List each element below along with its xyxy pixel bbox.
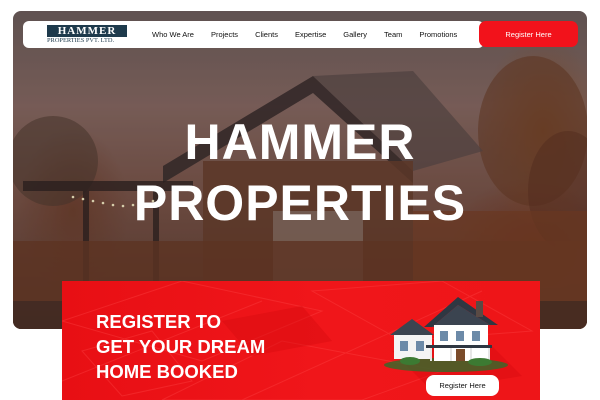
logo-wordmark: HAMMER <box>47 24 127 37</box>
nav-register-button[interactable]: Register Here <box>479 21 578 47</box>
register-banner: REGISTER TO GET YOUR DREAM HOME BOOKED R… <box>62 281 540 400</box>
hero-title-line1: HAMMER <box>184 114 416 170</box>
nav-item-promotions[interactable]: Promotions <box>419 30 457 39</box>
house-icon <box>384 297 508 372</box>
banner-register-button[interactable]: Register Here <box>426 375 499 396</box>
banner-heading-line1: REGISTER TO <box>96 311 222 332</box>
company-logo[interactable]: HAMMER PROPERTIES PVT. LTD. <box>47 24 129 45</box>
logo-tagline: PROPERTIES PVT. LTD. <box>47 36 115 44</box>
nav-menu: Who We Are Projects Clients Expertise Ga… <box>152 30 474 39</box>
banner-heading-line3: HOME BOOKED <box>96 361 238 382</box>
nav-item-who-we-are[interactable]: Who We Are <box>152 30 194 39</box>
landing-page: HAMMER PROPERTIES PVT. LTD. Who We Are P… <box>0 0 600 400</box>
banner-heading-line2: GET YOUR DREAM <box>96 336 266 357</box>
nav-item-gallery[interactable]: Gallery <box>343 30 367 39</box>
nav-item-team[interactable]: Team <box>384 30 402 39</box>
nav-item-clients[interactable]: Clients <box>255 30 278 39</box>
hero-title-line2: PROPERTIES <box>133 175 467 231</box>
nav-item-expertise[interactable]: Expertise <box>295 30 326 39</box>
top-navbar: HAMMER PROPERTIES PVT. LTD. Who We Are P… <box>23 21 484 48</box>
nav-item-projects[interactable]: Projects <box>211 30 238 39</box>
